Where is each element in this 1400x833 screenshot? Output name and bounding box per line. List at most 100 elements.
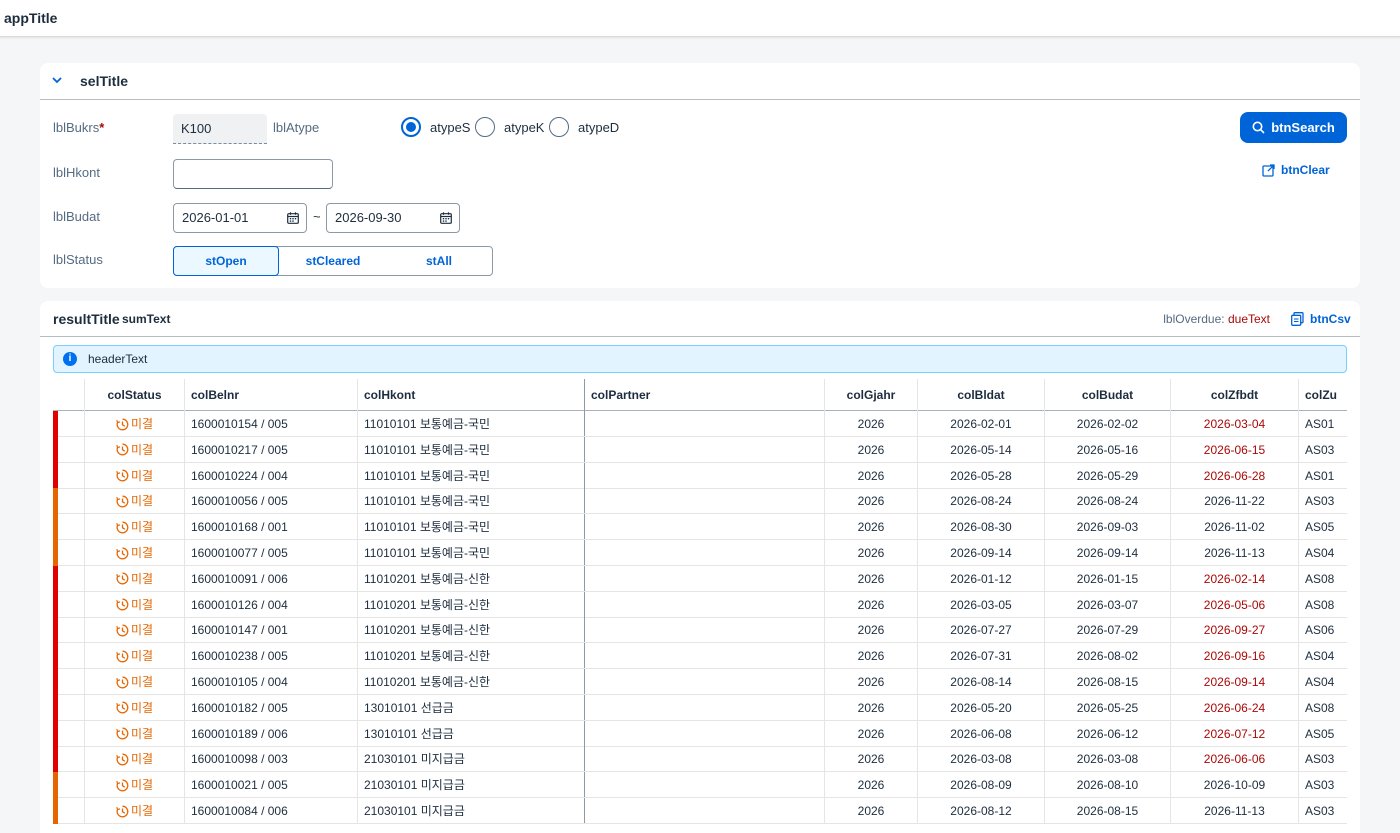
- atype-label: lblAtype: [273, 120, 320, 135]
- calendar-icon[interactable]: [440, 212, 452, 224]
- cell-zu: AS03: [1305, 442, 1335, 457]
- header-belnr[interactable]: colBelnr: [185, 379, 358, 411]
- table-row[interactable]: 미결 1600010084 / 006 21030101 미지급금 2026 2026-…: [53, 798, 1347, 824]
- header-partner[interactable]: colPartner: [585, 379, 825, 411]
- table-row[interactable]: 미결 1600010189 / 006 13010101 선급금 2026 2026-0…: [53, 720, 1347, 747]
- status-open: 미결: [91, 411, 178, 436]
- table-row[interactable]: 미결 1600010154 / 005 11010101 보통예금-국민 2026 20…: [53, 411, 1347, 437]
- table-row[interactable]: 미결 1600010224 / 004 11010101 보통예금-국민 2026 20…: [53, 462, 1347, 489]
- status-text: 미결: [130, 494, 154, 509]
- table-row[interactable]: 미결 1600010091 / 006 11010201 보통예금-신한 2026 20…: [53, 565, 1347, 592]
- status-text: 미결: [130, 675, 154, 689]
- table-row[interactable]: 미결 1600010238 / 005 11010201 보통예금-신한 2026 20…: [53, 643, 1347, 670]
- overdue-summary: lblOverdue: dueText: [1163, 312, 1270, 326]
- status-cleared-button[interactable]: stCleared: [280, 247, 386, 275]
- radio-atype-k[interactable]: [475, 117, 495, 137]
- cell-bldat: 2026-08-14: [918, 669, 1045, 694]
- header-zu[interactable]: colZu: [1299, 379, 1347, 411]
- table-row[interactable]: 미결 1600010168 / 001 11010101 보통예금-국민 2026 20…: [53, 514, 1347, 541]
- clear-button[interactable]: btnClear: [1262, 163, 1330, 177]
- cell-zu: AS01: [1305, 417, 1335, 431]
- chevron-down-icon[interactable]: [51, 74, 63, 86]
- table-row[interactable]: 미결 1600010105 / 004 11010201 보통예금-신한 2026 20…: [53, 669, 1347, 695]
- bukrs-field[interactable]: K100: [173, 114, 267, 144]
- search-button[interactable]: btnSearch: [1240, 112, 1347, 143]
- header-status[interactable]: colStatus: [85, 379, 185, 411]
- status-text: 미결: [130, 752, 154, 767]
- radio-atype-d[interactable]: [549, 117, 569, 137]
- table-row[interactable]: 미결 1600010182 / 005 13010101 선급금 2026 2026-0…: [53, 694, 1347, 721]
- clock-icon: [116, 624, 129, 637]
- search-icon: [1252, 121, 1265, 134]
- cell-zfbdt: 2026-06-06: [1171, 746, 1299, 772]
- clock-icon: [116, 572, 129, 585]
- cell-bldat: 2026-05-28: [918, 462, 1045, 488]
- cell-zu: AS04: [1305, 675, 1335, 689]
- cell-bldat: 2026-08-30: [918, 514, 1045, 540]
- status-text: 미결: [130, 571, 154, 586]
- cell-status: 미결: [85, 772, 185, 798]
- status-all-button[interactable]: stAll: [386, 247, 492, 275]
- cell-bldat: 2026-08-09: [918, 772, 1045, 798]
- budat-to-input[interactable]: 2026-09-30: [326, 203, 460, 233]
- table-row[interactable]: 미결 1600010021 / 005 21030101 미지급금 2026 2026-…: [53, 772, 1347, 799]
- selection-header[interactable]: selTitle: [40, 63, 1360, 100]
- table-row[interactable]: 미결 1600010217 / 005 11010101 보통예금-국민 2026 20…: [53, 436, 1347, 463]
- status-text: 미결: [130, 417, 154, 431]
- cell-zfbdt: 2026-06-28: [1171, 462, 1299, 488]
- header-gjahr[interactable]: colGjahr: [825, 379, 918, 411]
- cell-hkont: 21030101 미지급금: [358, 772, 585, 798]
- header-bldat[interactable]: colBldat: [918, 379, 1045, 411]
- clock-icon: [116, 598, 129, 611]
- cell-hkont: 11010201 보통예금-신한: [358, 617, 585, 643]
- cell-hkont: 11010101 보통예금-국민: [358, 514, 585, 540]
- csv-button-label: btnCsv: [1310, 312, 1351, 326]
- result-header: resultTitle sumText lblOverdue: dueText …: [40, 301, 1360, 337]
- status-segmented-button: stOpen stCleared stAll: [173, 246, 493, 276]
- cell-belnr: 1600010021 / 005: [185, 772, 358, 798]
- table-row[interactable]: 미결 1600010126 / 004 11010201 보통예금-신한 2026 20…: [53, 591, 1347, 618]
- table-row[interactable]: 미결 1600010147 / 001 11010201 보통예금-신한 2026 20…: [53, 617, 1347, 644]
- cell-status: 미결: [85, 540, 185, 565]
- radio-atype-s[interactable]: [401, 117, 421, 137]
- cell-belnr: 1600010147 / 001: [185, 617, 358, 643]
- cell-belnr: 1600010105 / 004: [185, 669, 358, 694]
- cell-indicator-spacer: [53, 591, 85, 617]
- result-title: resultTitle: [53, 311, 120, 327]
- cell-budat: 2026-05-16: [1045, 436, 1171, 462]
- hkont-input[interactable]: [173, 159, 333, 189]
- header-hkont[interactable]: colHkont: [358, 379, 585, 411]
- calendar-icon[interactable]: [287, 212, 299, 224]
- cell-partner: [585, 669, 825, 694]
- csv-button[interactable]: btnCsv: [1291, 312, 1351, 326]
- clock-icon: [116, 779, 129, 792]
- cell-gjahr: 2026: [825, 617, 918, 643]
- header-zfbdt[interactable]: colZfbdt: [1171, 379, 1299, 411]
- status-open-button[interactable]: stOpen: [173, 246, 279, 276]
- status-label: lblStatus: [53, 252, 103, 267]
- cell-zfbdt: 2026-09-14: [1171, 669, 1299, 694]
- clock-icon: [116, 727, 129, 740]
- budat-label: lblBudat: [53, 209, 100, 224]
- status-open: 미결: [91, 566, 178, 591]
- info-text: headerText: [88, 352, 148, 366]
- status-open: 미결: [91, 643, 178, 668]
- cell-budat: 2026-03-07: [1045, 591, 1171, 617]
- cell-belnr: 1600010091 / 006: [185, 565, 358, 591]
- table-row[interactable]: 미결 1600010056 / 005 11010101 보통예금-국민 2026 20…: [53, 488, 1347, 515]
- status-text: 미결: [130, 468, 154, 483]
- status-open: 미결: [91, 798, 178, 823]
- export-icon: [1291, 312, 1304, 326]
- budat-from-input[interactable]: 2026-01-01: [173, 203, 307, 233]
- cell-zu: AS01: [1305, 468, 1335, 483]
- cell-gjahr: 2026: [825, 643, 918, 669]
- cell-bldat: 2026-08-24: [918, 488, 1045, 514]
- cell-hkont: 21030101 미지급금: [358, 798, 585, 823]
- table-row[interactable]: 미결 1600010077 / 005 11010101 보통예금-국민 2026 20…: [53, 540, 1347, 566]
- cell-gjahr: 2026: [825, 772, 918, 798]
- table-row[interactable]: 미결 1600010098 / 003 21030101 미지급금 2026 2026-…: [53, 746, 1347, 773]
- header-budat[interactable]: colBudat: [1045, 379, 1171, 411]
- status-text: 미결: [130, 442, 154, 457]
- clock-icon: [116, 443, 129, 456]
- cell-budat: 2026-03-08: [1045, 746, 1171, 772]
